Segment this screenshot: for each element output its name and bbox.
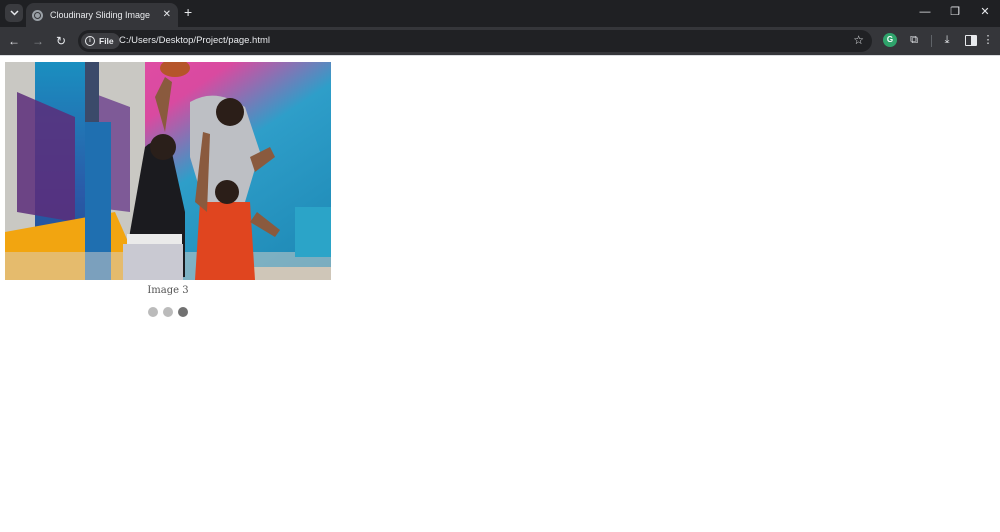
chevron-down-icon — [9, 10, 19, 16]
slide-image — [5, 62, 331, 280]
tab-title: Cloudinary Sliding Image — [50, 10, 151, 20]
toolbar-divider — [931, 35, 932, 47]
slide-dot-3-active[interactable] — [178, 307, 188, 317]
slide-dot-2[interactable] — [163, 307, 173, 317]
image-slider: Image 3 — [5, 62, 331, 317]
slider-dots — [5, 307, 331, 317]
new-tab-button[interactable]: + — [184, 5, 192, 19]
restore-button[interactable]: ❐ — [948, 6, 962, 18]
minimize-button[interactable]: — — [918, 6, 932, 18]
side-panel-icon[interactable] — [964, 33, 978, 47]
globe-icon — [32, 9, 43, 21]
download-icon[interactable]: ⤓ — [940, 33, 954, 47]
reload-button[interactable]: ↻ — [53, 33, 69, 49]
tab-search-button[interactable] — [5, 4, 23, 22]
close-window-button[interactable]: ✕ — [978, 6, 992, 18]
grammarly-icon[interactable]: G — [883, 33, 897, 47]
kebab-menu-icon[interactable]: ⋮ — [981, 33, 995, 47]
browser-tab[interactable]: Cloudinary Sliding Image ✕ — [26, 3, 178, 27]
puzzle-icon[interactable]: ⧉ — [907, 33, 921, 47]
address-bar[interactable]: i File C:/Users/Desktop/Project/page.htm… — [78, 30, 872, 52]
star-icon[interactable]: ☆ — [853, 33, 864, 47]
forward-button[interactable]: → — [30, 33, 46, 49]
back-button[interactable]: ← — [6, 33, 22, 49]
slide-dot-1[interactable] — [148, 307, 158, 317]
close-tab-icon[interactable]: ✕ — [163, 8, 171, 22]
slide-caption: Image 3 — [147, 285, 189, 296]
info-icon: i — [85, 36, 95, 46]
scheme-label: File — [99, 36, 114, 46]
site-info-chip[interactable]: i File — [81, 33, 120, 49]
url-text[interactable]: C:/Users/Desktop/Project/page.html — [119, 35, 270, 46]
tab-strip: Cloudinary Sliding Image ✕ + — ❐ ✕ — [0, 0, 1000, 27]
browser-toolbar: ← → ↻ i File C:/Users/Desktop/Project/pa… — [0, 27, 1000, 55]
page-content: Image 3 — [0, 55, 1000, 532]
